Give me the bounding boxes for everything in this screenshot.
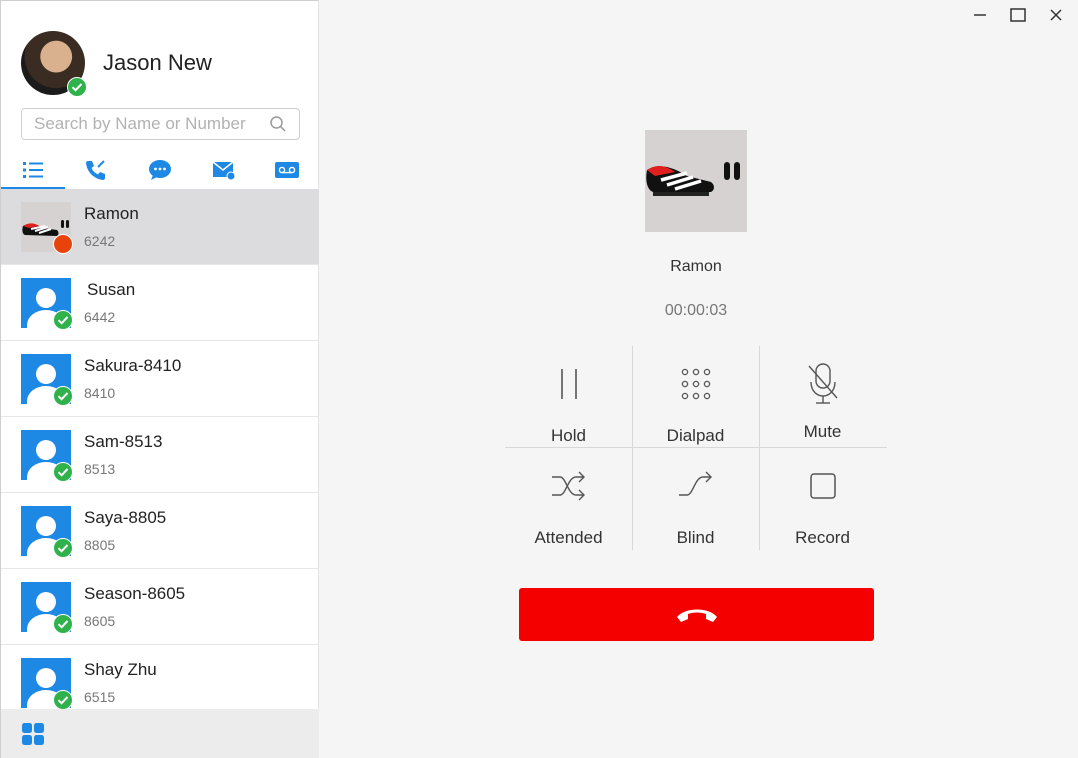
contact-extension: 8605 bbox=[84, 613, 116, 629]
mute-button[interactable]: Mute bbox=[759, 346, 886, 448]
minimize-button[interactable] bbox=[970, 6, 990, 24]
contact-avatar bbox=[21, 353, 73, 406]
record-square-icon bbox=[809, 473, 836, 499]
search-icon[interactable] bbox=[269, 115, 287, 133]
contact-list: Ramon 6242 Susan 6442 Sakura-8410 8410 S… bbox=[1, 189, 319, 709]
apps-grid-icon[interactable] bbox=[21, 722, 45, 746]
contact-item[interactable]: Season-8605 8605 bbox=[1, 569, 319, 645]
tab-mail[interactable] bbox=[192, 151, 256, 189]
online-status-icon bbox=[53, 309, 73, 330]
contact-name: Shay Zhu bbox=[84, 660, 157, 679]
contact-name: Saya-8805 bbox=[84, 508, 167, 527]
record-label: Record bbox=[795, 528, 850, 547]
nav-tabs bbox=[1, 151, 319, 189]
online-status-icon bbox=[53, 689, 73, 709]
online-status-icon bbox=[53, 385, 73, 406]
dialpad-button[interactable]: Dialpad bbox=[632, 346, 759, 448]
contact-name: Season-8605 bbox=[84, 584, 186, 603]
shuffle-icon bbox=[551, 471, 585, 501]
contact-extension: 8410 bbox=[84, 385, 116, 401]
tab-calls[interactable] bbox=[65, 151, 129, 189]
contact-avatar bbox=[21, 581, 73, 634]
contact-name: Ramon bbox=[84, 204, 139, 223]
transfer-arrow-icon bbox=[678, 471, 712, 496]
contact-extension: 6242 bbox=[84, 233, 116, 249]
chat-icon bbox=[148, 160, 171, 180]
contact-extension: 8805 bbox=[84, 537, 116, 553]
online-status-icon bbox=[53, 461, 73, 482]
caller-avatar bbox=[645, 130, 747, 232]
pause-icon bbox=[560, 369, 577, 399]
contact-name: Susan bbox=[87, 280, 136, 299]
contact-extension: 6442 bbox=[84, 309, 116, 325]
blind-label: Blind bbox=[676, 528, 715, 547]
contact-avatar bbox=[21, 277, 73, 330]
voicemail-icon bbox=[275, 162, 300, 178]
search-input[interactable] bbox=[34, 114, 269, 134]
hold-button[interactable]: Hold bbox=[505, 346, 632, 448]
contact-item[interactable]: Ramon 6242 bbox=[1, 189, 319, 265]
attended-label: Attended bbox=[534, 528, 603, 547]
busy-status-icon bbox=[53, 233, 73, 254]
call-actions: Hold Dialpad Mute Attended Blind Record bbox=[505, 346, 887, 550]
search-box[interactable] bbox=[21, 108, 300, 140]
call-timer: 00:00:03 bbox=[664, 302, 728, 319]
hangup-phone-icon bbox=[676, 609, 717, 622]
microphone-off-icon bbox=[807, 363, 838, 404]
maximize-button[interactable] bbox=[1008, 6, 1028, 24]
user-profile: Jason New bbox=[21, 31, 212, 97]
user-name: Jason New bbox=[103, 50, 212, 75]
list-icon bbox=[22, 162, 43, 178]
mute-label: Mute bbox=[803, 422, 842, 441]
contact-extension: 8513 bbox=[84, 461, 116, 477]
online-status-icon bbox=[67, 77, 87, 97]
contact-avatar bbox=[21, 201, 73, 254]
hangup-button[interactable] bbox=[519, 588, 874, 641]
contact-avatar bbox=[21, 505, 73, 558]
contact-item[interactable]: Sam-8513 8513 bbox=[1, 417, 319, 493]
record-button[interactable]: Record bbox=[759, 448, 886, 550]
online-status-icon bbox=[53, 613, 73, 634]
tab-contacts[interactable] bbox=[1, 151, 65, 189]
user-avatar[interactable] bbox=[21, 31, 87, 97]
contact-avatar bbox=[21, 657, 73, 709]
contact-avatar bbox=[21, 429, 73, 482]
window-controls bbox=[970, 6, 1066, 24]
contact-item[interactable]: Shay Zhu 6515 bbox=[1, 645, 319, 709]
dialpad-icon bbox=[681, 368, 710, 400]
tab-voicemail[interactable] bbox=[255, 151, 319, 189]
contact-item[interactable]: Susan 6442 bbox=[1, 265, 319, 341]
bottom-bar bbox=[1, 709, 319, 758]
hold-label: Hold bbox=[551, 426, 586, 445]
tab-chat[interactable] bbox=[128, 151, 192, 189]
contact-name: Sakura-8410 bbox=[84, 356, 182, 375]
blind-transfer-button[interactable]: Blind bbox=[632, 448, 759, 550]
contact-extension: 6515 bbox=[84, 689, 116, 705]
contact-item[interactable]: Sakura-8410 8410 bbox=[1, 341, 319, 417]
mail-icon bbox=[212, 161, 236, 181]
attended-transfer-button[interactable]: Attended bbox=[505, 448, 632, 550]
online-status-icon bbox=[53, 537, 73, 558]
contacts-panel: Jason New Search by Name or Number Ramon… bbox=[0, 0, 319, 758]
phone-icon bbox=[86, 160, 106, 180]
contact-name: Sam-8513 bbox=[84, 432, 163, 451]
caller-name: Ramon bbox=[670, 258, 722, 275]
dialpad-label: Dialpad bbox=[666, 426, 725, 445]
close-button[interactable] bbox=[1046, 6, 1066, 24]
contact-item[interactable]: Saya-8805 8805 bbox=[1, 493, 319, 569]
